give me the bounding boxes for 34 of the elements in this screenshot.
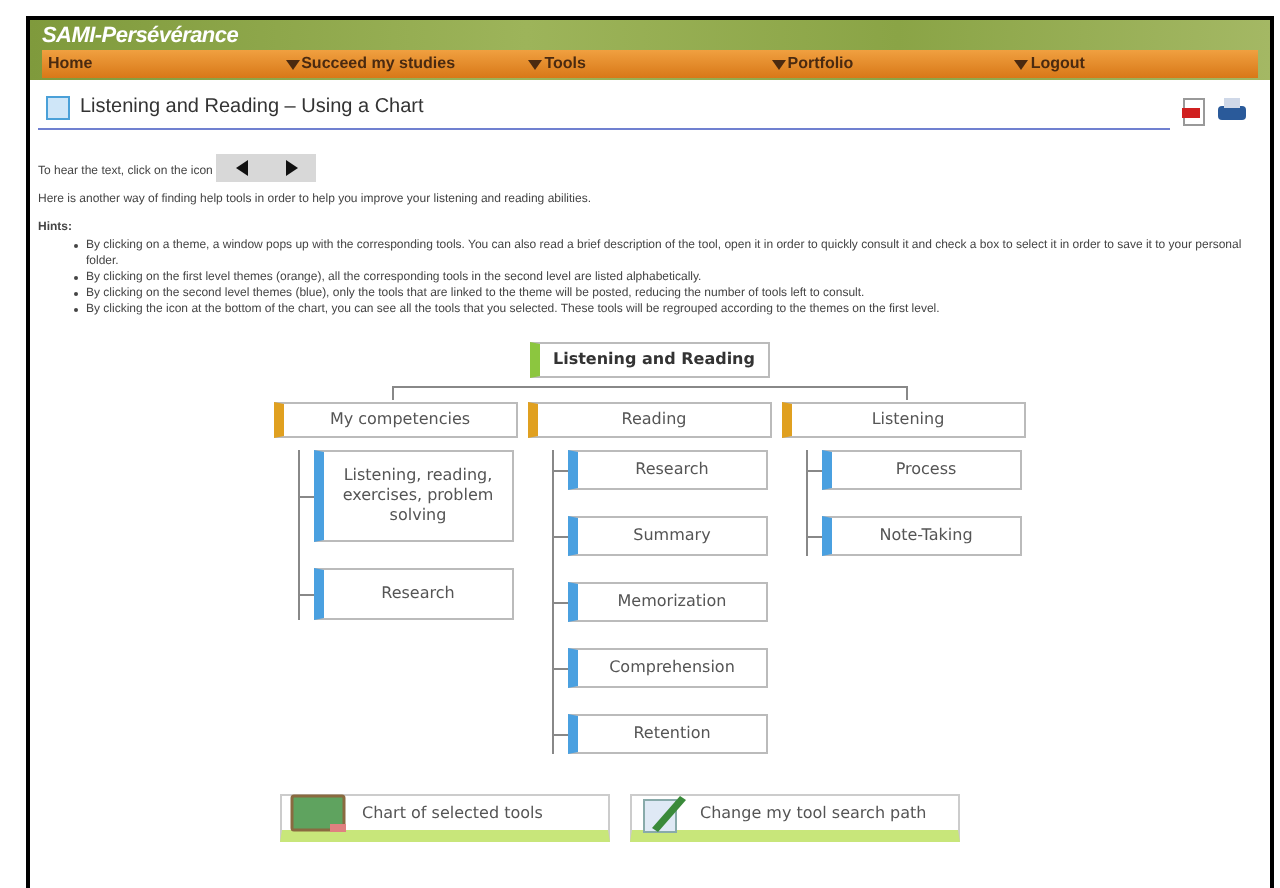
theme-node[interactable]: Listening (782, 402, 1026, 438)
caret-icon (771, 59, 786, 69)
chart-action-button[interactable]: Change my tool search path (630, 794, 960, 842)
theme-node[interactable]: My competencies (274, 402, 518, 438)
tool-node[interactable]: Summary (568, 516, 768, 556)
document-icon (46, 95, 70, 119)
audio-controls[interactable] (216, 154, 317, 182)
pen-and-paper-icon (640, 791, 688, 835)
nav-link[interactable]: Succeed my studies (285, 52, 529, 76)
tool-node[interactable]: Note-Taking (822, 516, 1022, 556)
chart-node[interactable]: Listening and Reading (530, 342, 770, 378)
printer-icon[interactable] (1218, 98, 1246, 122)
pdf-icon[interactable] (1182, 98, 1206, 126)
tool-node[interactable]: Process (822, 450, 1022, 490)
chalkboard-icon (290, 791, 350, 835)
tool-node[interactable]: Memorization (568, 582, 768, 622)
tool-node[interactable]: Research (314, 568, 514, 620)
nav-link[interactable]: Portfolio (771, 52, 1015, 76)
logo: SAMI-Persévérance (42, 22, 241, 50)
caret-icon (285, 59, 300, 69)
tool-node[interactable]: Retention (568, 714, 768, 754)
caret-icon (1014, 59, 1029, 69)
tool-node[interactable]: Comprehension (568, 648, 768, 688)
nav-link[interactable]: Home (42, 52, 286, 76)
nav-link[interactable]: Tools (528, 52, 772, 76)
theme-node[interactable]: Reading (528, 402, 772, 438)
play-icon[interactable] (285, 160, 298, 176)
page-title: Listening and Reading – Using a Chart (80, 94, 424, 122)
caret-icon (528, 59, 543, 69)
tool-node[interactable]: Listening, reading, exercises, problem solving (314, 450, 514, 542)
chart-action-button[interactable]: Chart of selected tools (280, 794, 610, 842)
tool-node[interactable]: Research (568, 450, 768, 490)
nav-link[interactable]: Logout (1014, 52, 1258, 76)
rewind-icon[interactable] (235, 160, 248, 176)
